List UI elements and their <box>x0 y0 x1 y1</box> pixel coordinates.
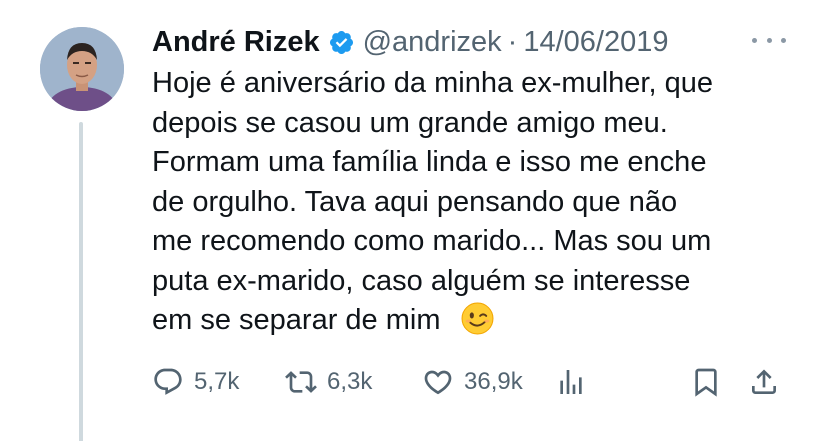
like-count: 36,9k <box>464 368 523 395</box>
tweet-text-line: Formam uma família linda e isso me enche <box>152 146 707 178</box>
tweet-text-line: depois se casou um grande amigo meu. <box>152 106 668 139</box>
tweet-text-line: Hoje é aniversário da minha ex-mulher, q… <box>152 67 713 99</box>
retweet-count: 6,3k <box>327 368 373 395</box>
reply-button[interactable]: 5,7k <box>152 362 239 402</box>
more-icon[interactable] <box>752 30 786 50</box>
tweet-text-line: de orgulho. Tava aqui pensando que não <box>152 185 678 218</box>
tweet-text-line: puta ex-marido, caso alguém se interesse <box>152 264 691 297</box>
retweet-icon <box>285 371 317 393</box>
heart-icon <box>424 370 452 395</box>
thread-line <box>79 122 83 441</box>
bookmark-icon <box>695 368 717 397</box>
separator-dot: · <box>507 25 518 58</box>
action-bar: 5,7k 6,3k 36,9k <box>152 362 792 402</box>
tweet-header: André Rizek @andrizek · 14/06/2019 <box>152 22 669 62</box>
views-icon <box>560 370 582 394</box>
tweet-date[interactable]: 14/06/2019 <box>523 26 668 59</box>
author-name[interactable]: André Rizek <box>152 26 320 59</box>
tweet-text: Hoje é aniversário da minha ex-mulher, q… <box>152 64 802 341</box>
bookmark-button[interactable] <box>690 362 722 402</box>
retweet-button[interactable]: 6,3k <box>285 362 372 402</box>
winking-face-emoji-icon <box>461 302 494 335</box>
more-dot <box>766 37 772 43</box>
more-dot <box>752 37 757 43</box>
reply-icon <box>154 368 182 395</box>
tweet-text-line-last: em se separar de mim <box>152 301 802 341</box>
avatar[interactable] <box>40 27 124 111</box>
tweet-text-line: me recomendo como marido... Mas sou um <box>152 225 712 257</box>
tweet-text-line-content: em se separar de mim <box>152 304 441 336</box>
reply-count: 5,7k <box>194 368 240 395</box>
tweet-card: André Rizek @andrizek · 14/06/2019 Hoje … <box>0 0 828 441</box>
author-handle[interactable]: @andrizek <box>363 26 502 59</box>
views-button[interactable] <box>555 362 587 402</box>
share-button[interactable] <box>748 362 780 402</box>
more-dot <box>781 37 786 43</box>
like-button[interactable]: 36,9k <box>422 362 523 402</box>
avatar-image <box>40 27 124 111</box>
share-icon <box>752 369 776 394</box>
verified-badge-icon <box>328 29 355 56</box>
